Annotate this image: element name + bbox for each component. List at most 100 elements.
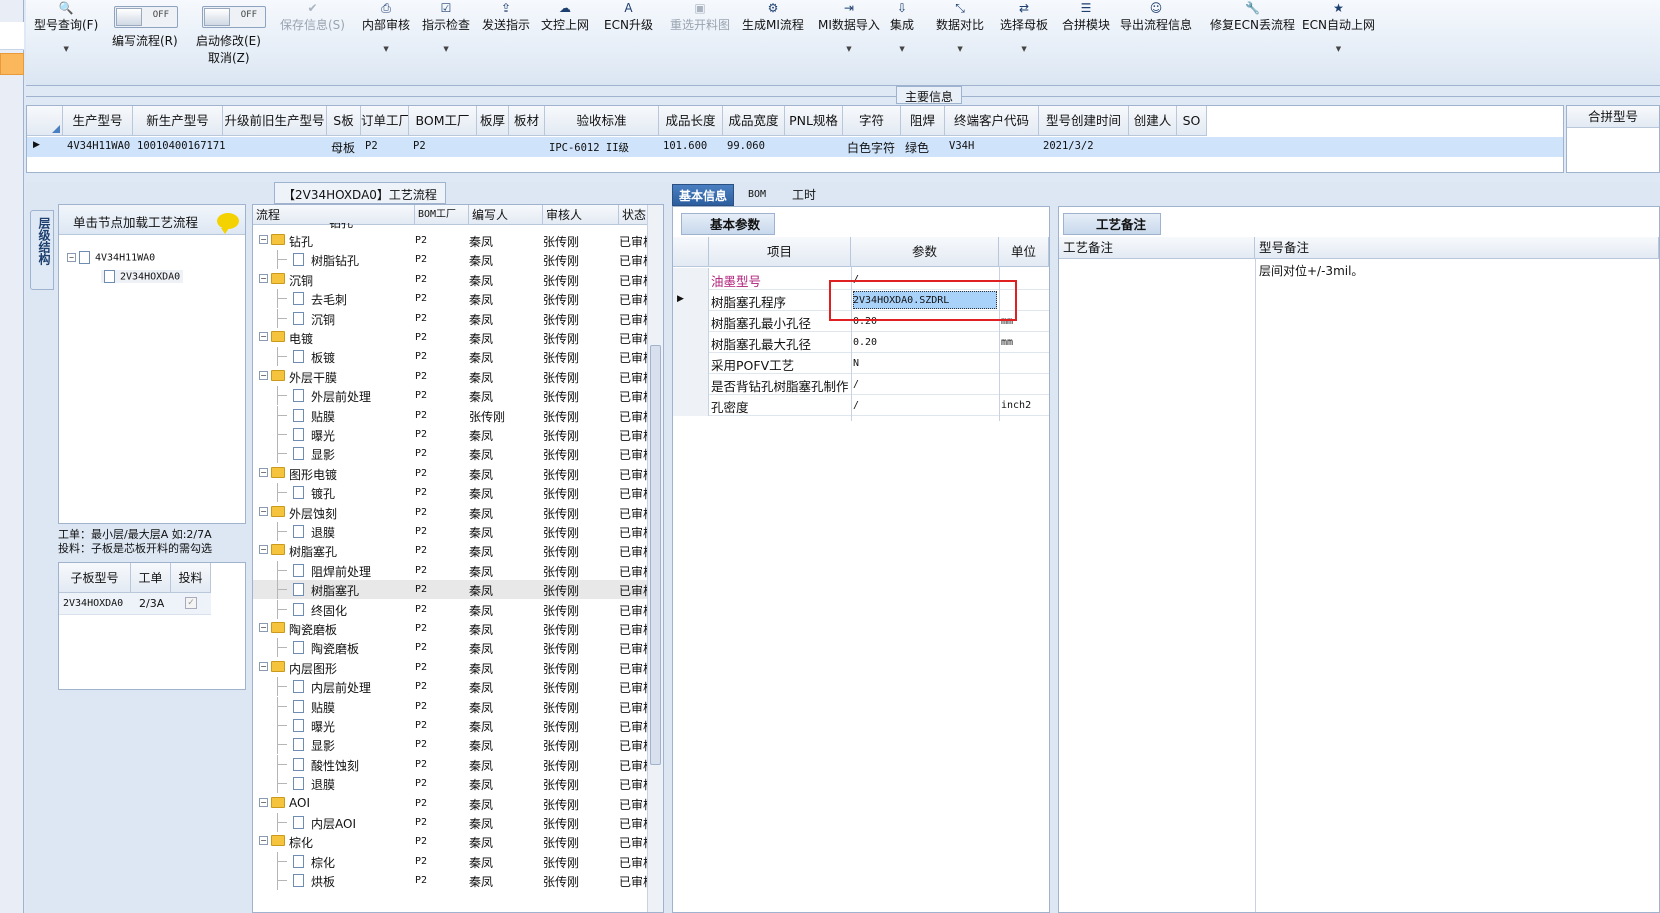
process-row[interactable]: − AOI P2 秦凤 张传刚 已审核 <box>253 794 647 813</box>
main-info-title[interactable]: 主要信息 <box>896 86 963 104</box>
col-sub-model[interactable]: 子板型号 <box>59 563 131 593</box>
process-row[interactable]: 贴膜 P2 秦凤 张传刚 已审核 <box>253 696 647 716</box>
scroll-thumb[interactable] <box>650 345 661 765</box>
col-process-note[interactable]: 工艺备注 <box>1059 237 1255 259</box>
process-row[interactable]: 内层AOI P2 秦凤 张传刚 已审核 <box>253 813 647 832</box>
main-cell-5[interactable]: P2 <box>413 140 426 152</box>
col-writer[interactable]: 编写人 <box>469 205 543 225</box>
collapse-icon[interactable]: − <box>259 235 268 244</box>
collapse-icon[interactable]: − <box>259 545 268 555</box>
process-row[interactable]: 树脂塞孔 P2 秦凤 张传刚 已审核 <box>253 580 647 600</box>
toolbar-button-14[interactable]: ☺ 导出流程信息 <box>1120 0 1192 33</box>
dropdown-arrow-icon[interactable]: ▼ <box>818 45 880 53</box>
tab-work-hours[interactable]: 工时 <box>786 184 822 206</box>
main-cell-14[interactable]: V34H <box>949 140 974 152</box>
process-row[interactable]: − 电镀 P2 秦凤 张传刚 已审核 <box>253 328 647 347</box>
param-value[interactable]: / <box>853 400 859 411</box>
param-row[interactable]: 孔密度 / inch2 <box>673 394 1049 416</box>
col-12[interactable]: 字符 <box>843 106 901 136</box>
splitter-mid[interactable] <box>664 204 670 913</box>
col-bom-factory[interactable]: BOM工厂 <box>415 205 469 225</box>
process-row[interactable]: 树脂钻孔 P2 秦凤 张传刚 已审核 <box>253 250 647 270</box>
process-row[interactable]: 酸性蚀刻 P2 秦凤 张传刚 已审核 <box>253 754 647 774</box>
col-16[interactable]: 创建人 <box>1129 106 1177 136</box>
toolbar-button-4[interactable]: ⇪ 发送指示 <box>482 0 530 33</box>
toolbar-button-9[interactable]: ⇥ MI数据导入 ▼ <box>818 0 880 53</box>
process-row[interactable]: 烘板 P2 秦凤 张传刚 已审核 <box>253 871 647 891</box>
col-0[interactable]: 生产型号 <box>63 106 133 136</box>
toolbar-button-6[interactable]: A ECN升级 <box>604 0 653 33</box>
col-status[interactable]: 状态 <box>619 205 649 225</box>
splitter-right[interactable] <box>1050 204 1056 913</box>
process-row[interactable]: − 图形电镀 P2 秦凤 张传刚 已审核 <box>253 464 647 483</box>
main-cell-0[interactable]: 4V34H11WA0 <box>67 140 130 152</box>
col-6[interactable]: 板厚 <box>477 106 509 136</box>
feed-checkbox[interactable]: ✓ <box>185 597 197 609</box>
col-14[interactable]: 终端客户代码 <box>945 106 1039 136</box>
process-row[interactable]: 显影 P2 秦凤 张传刚 已审核 <box>253 444 647 464</box>
collapse-icon[interactable]: − <box>259 797 268 807</box>
process-scrollbar[interactable] <box>647 205 663 912</box>
dropdown-arrow-icon[interactable]: ▼ <box>362 45 410 53</box>
process-row[interactable]: 退膜 P2 秦凤 张传刚 已审核 <box>253 522 647 541</box>
process-row[interactable]: − 陶瓷磨板 P2 秦凤 张传刚 已审核 <box>253 619 647 638</box>
process-row[interactable]: 板镀 P2 秦凤 张传刚 已审核 <box>253 347 647 367</box>
toolbar-button-0[interactable]: 🔍 型号查询(F) ▼ <box>34 0 98 53</box>
strip-item-active[interactable] <box>0 53 24 75</box>
process-row[interactable]: 内层前处理 P2 秦凤 张传刚 已审核 <box>253 677 647 697</box>
main-cell-13[interactable]: 绿色 <box>905 139 929 156</box>
cancel-label[interactable]: 取消(Z) <box>208 49 250 66</box>
param-row[interactable]: 采用POFV工艺 N <box>673 352 1049 374</box>
collapse-icon[interactable]: − <box>259 370 268 380</box>
dropdown-arrow-icon[interactable]: ▼ <box>936 45 984 53</box>
col-order[interactable]: 工单 <box>131 563 171 593</box>
collapse-icon[interactable]: − <box>259 836 268 846</box>
process-row[interactable]: 贴膜 P2 张传刚 张传刚 已审核 <box>253 405 647 425</box>
toolbar-button-8[interactable]: ⚙ 生成MI流程 <box>742 0 804 33</box>
toolbar-button-12[interactable]: ⇄ 选择母板 ▼ <box>1000 0 1048 53</box>
main-cell-1[interactable]: 10010400167171 <box>137 140 226 152</box>
col-15[interactable]: 型号创建时间 <box>1039 106 1129 136</box>
process-row[interactable]: − 树脂塞孔 P2 秦凤 张传刚 已审核 <box>253 541 647 560</box>
process-row[interactable]: − 沉铜 P2 秦凤 张传刚 已审核 <box>253 270 647 289</box>
main-cell-12[interactable]: 白色字符 <box>847 139 895 156</box>
tree-node-root[interactable]: − 4V34H11WA0 <box>67 251 155 264</box>
col-1[interactable]: 新生产型号 <box>133 106 223 136</box>
collapse-icon[interactable]: − <box>259 332 268 341</box>
process-row[interactable]: − 钻孔 P2 秦凤 张传刚 已审核 <box>253 231 647 250</box>
toolbar-button-10[interactable]: ⇩ 集成 ▼ <box>890 0 914 53</box>
param-value[interactable]: N <box>853 358 859 369</box>
col-param[interactable]: 参数 <box>851 237 999 267</box>
toolbar-button-3[interactable]: ☑ 指示检查 ▼ <box>422 0 470 53</box>
toolbar-button-15[interactable]: 🔧 修复ECN丢流程 <box>1210 0 1295 33</box>
toolbar-button-16[interactable]: ★ ECN自动上网 ▼ <box>1302 0 1375 53</box>
process-row[interactable]: − 外层干膜 P2 秦凤 张传刚 已审核 <box>253 367 647 386</box>
col-9[interactable]: 成品长度 <box>659 106 723 136</box>
collapse-icon[interactable]: − <box>259 623 268 632</box>
col-17[interactable]: SO <box>1177 106 1207 136</box>
main-cell-15[interactable]: 2021/3/2 <box>1043 140 1094 152</box>
strip-item[interactable] <box>0 22 24 50</box>
toolbar-button-1[interactable]: ✔ 保存信息(S) <box>280 0 345 33</box>
collapse-icon[interactable]: − <box>259 661 268 671</box>
process-row[interactable]: 沉铜 P2 秦凤 张传刚 已审核 <box>253 308 647 328</box>
collapse-icon[interactable]: − <box>259 506 268 516</box>
param-value[interactable]: 0.20 <box>853 337 877 348</box>
param-value[interactable]: / <box>853 379 859 390</box>
tree-node-child[interactable]: 2V34HOXDA0 <box>101 270 184 283</box>
process-row[interactable]: 去毛刺 P2 秦凤 张传刚 已审核 <box>253 289 647 309</box>
write-flow-toggle[interactable]: OFF <box>114 6 178 28</box>
param-row[interactable]: 是否背钻孔树脂塞孔制作 / <box>673 373 1049 395</box>
col-item[interactable]: 项目 <box>709 237 851 267</box>
dropdown-arrow-icon[interactable]: ▼ <box>1000 45 1048 53</box>
param-row[interactable]: 树脂塞孔最大孔径 0.20 mm <box>673 331 1049 353</box>
process-row[interactable]: 终固化 P2 秦凤 张传刚 已审核 <box>253 599 647 619</box>
vertical-tab-structure[interactable]: 层级结构 <box>30 210 54 290</box>
dropdown-arrow-icon[interactable]: ▼ <box>422 45 470 53</box>
process-row[interactable]: 曝光 P2 秦凤 张传刚 已审核 <box>253 425 647 444</box>
toolbar-button-11[interactable]: ⤡ 数据对比 ▼ <box>936 0 984 53</box>
collapse-icon[interactable]: − <box>67 253 76 262</box>
col-model-note[interactable]: 型号备注 <box>1255 237 1659 259</box>
col-11[interactable]: PNL规格 <box>785 106 843 136</box>
notes-tab[interactable]: 工艺备注 <box>1063 213 1162 235</box>
